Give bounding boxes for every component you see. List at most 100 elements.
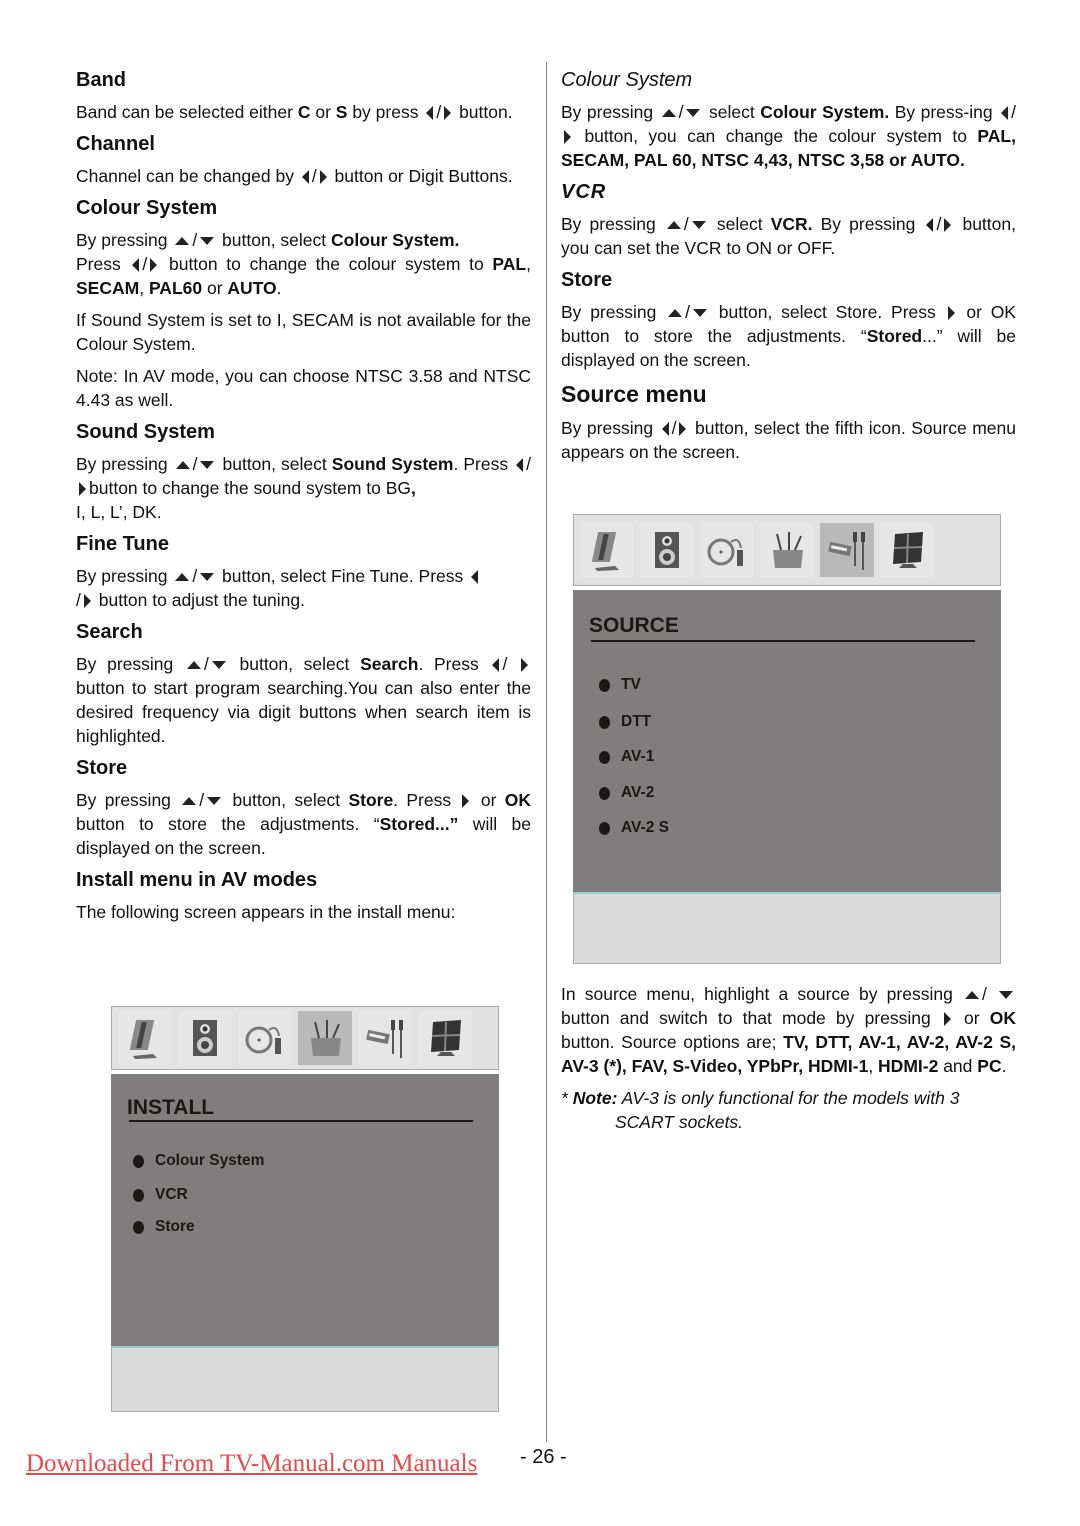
menu-tab-source[interactable] xyxy=(820,523,874,577)
menu-tab-pc[interactable] xyxy=(418,1011,472,1065)
down-arrow-icon xyxy=(200,573,215,582)
fine-tune-text: By pressing / button, select Fine Tune. … xyxy=(76,564,531,612)
menu-icon-bar xyxy=(111,1006,499,1070)
right-arrow-icon xyxy=(319,170,327,185)
channel-section: Channel Channel can be changed by / butt… xyxy=(76,132,531,188)
av-colour-system-text: By pressing / select Colour System. By p… xyxy=(561,102,1016,170)
up-arrow-icon xyxy=(661,109,676,118)
down-arrow-icon xyxy=(693,309,708,318)
page-number: - 26 - xyxy=(520,1446,567,1468)
left-arrow-icon xyxy=(426,106,434,121)
feature-icon xyxy=(245,1026,281,1054)
up-arrow-icon xyxy=(182,797,197,806)
up-arrow-icon xyxy=(175,237,190,246)
install-menu-body: INSTALL Colour System VCR Store xyxy=(111,1074,499,1346)
install-menu-item[interactable]: Colour System xyxy=(133,1152,264,1170)
up-arrow-icon xyxy=(666,221,681,230)
source-menu-heading: Source menu xyxy=(561,381,707,407)
band-section: Band Band can be selected either C or S … xyxy=(76,68,531,124)
source-menu-footer xyxy=(573,892,1001,964)
source-menu-body: SOURCE TV DTT AV-1 AV-2 AV-2 S xyxy=(573,590,1001,892)
menu-tab-sound[interactable] xyxy=(178,1011,232,1065)
down-arrow-icon xyxy=(200,237,215,246)
menu-tab-install[interactable] xyxy=(760,523,814,577)
source-item[interactable]: AV-2 S xyxy=(599,819,669,837)
av-store-text: By pressing / button, select Store. Pres… xyxy=(561,302,1016,370)
source-menu-details: In source menu, highlight a source by pr… xyxy=(561,982,1016,1142)
av-store-heading: Store xyxy=(561,269,613,291)
av-store-section: Store By pressing / button, select Store… xyxy=(561,268,1016,372)
down-arrow-icon xyxy=(211,661,226,670)
sound-system-text: By pressing / button, select Sound Syste… xyxy=(76,454,531,522)
menu-tab-feature[interactable] xyxy=(238,1011,292,1065)
fine-tune-section: Fine Tune By pressing / button, select F… xyxy=(76,532,531,612)
left-arrow-icon xyxy=(516,458,524,473)
picture-icon xyxy=(591,532,619,571)
install-av-text: The following screen appears in the inst… xyxy=(76,902,456,922)
menu-tab-picture[interactable] xyxy=(580,523,634,577)
install-menu-item[interactable]: VCR xyxy=(133,1186,188,1204)
right-column: Colour System By pressing / select Colou… xyxy=(561,62,1016,1132)
bullet-icon xyxy=(599,821,610,835)
source-item[interactable]: TV xyxy=(599,676,641,694)
menu-tab-picture[interactable] xyxy=(118,1011,172,1065)
left-arrow-icon xyxy=(132,258,140,273)
download-link[interactable]: Downloaded From TV-Manual.com Manuals xyxy=(26,1450,477,1478)
menu-tab-pc[interactable] xyxy=(880,523,934,577)
install-menu-item[interactable]: Store xyxy=(133,1218,195,1236)
up-arrow-icon xyxy=(668,309,683,318)
search-heading: Search xyxy=(76,621,143,643)
right-arrow-icon xyxy=(947,306,955,321)
source-menu-intro: By pressing / button, select the fifth i… xyxy=(561,418,1016,462)
up-arrow-icon xyxy=(186,661,201,670)
down-arrow-icon xyxy=(207,797,222,806)
install-av-heading: Install menu in AV modes xyxy=(76,869,318,891)
right-arrow-icon xyxy=(83,594,91,609)
bullet-icon xyxy=(133,1188,144,1202)
down-arrow-icon xyxy=(691,221,706,230)
install-menu-footer xyxy=(111,1346,499,1412)
band-heading: Band xyxy=(76,69,126,91)
sound-icon xyxy=(655,532,679,568)
left-arrow-icon xyxy=(492,658,500,673)
menu-tab-sound[interactable] xyxy=(640,523,694,577)
search-text: By pressing / button, select Search. Pre… xyxy=(76,654,531,746)
source-item[interactable]: AV-2 xyxy=(599,784,654,802)
source-item[interactable]: AV-1 xyxy=(599,748,654,766)
right-arrow-icon xyxy=(462,794,470,809)
left-arrow-icon xyxy=(301,170,309,185)
av3-note: * Note: AV-3 is only functional for the … xyxy=(561,1088,960,1132)
column-divider xyxy=(546,62,547,1442)
menu-tab-install[interactable] xyxy=(298,1011,352,1065)
bullet-icon xyxy=(599,786,610,800)
right-arrow-icon xyxy=(944,218,952,233)
picture-icon xyxy=(129,1020,157,1059)
menu-tab-feature[interactable] xyxy=(700,523,754,577)
source-icon xyxy=(828,532,865,570)
channel-heading: Channel xyxy=(76,133,155,155)
right-arrow-icon xyxy=(79,482,86,497)
colour-system-text-1: By pressing / button, select Colour Syst… xyxy=(76,230,531,298)
down-arrow-icon xyxy=(200,461,215,470)
title-underline xyxy=(129,1120,473,1122)
title-underline xyxy=(591,640,975,642)
sound-system-heading: Sound System xyxy=(76,421,215,443)
vcr-section: VCR By pressing / select VCR. By pressin… xyxy=(561,180,1016,260)
colour-system-section: Colour System By pressing / button, sele… xyxy=(76,196,531,412)
install-menu-screen: INSTALL Colour System VCR Store xyxy=(111,1006,499,1412)
channel-text: Channel can be changed by / button or Di… xyxy=(76,166,513,186)
menu-icon-bar xyxy=(573,514,1001,586)
vcr-text: By pressing / select VCR. By pressing / … xyxy=(561,214,1016,258)
store-heading: Store xyxy=(76,757,128,779)
pc-icon xyxy=(893,532,923,568)
left-arrow-icon xyxy=(926,218,934,233)
menu-tab-source[interactable] xyxy=(358,1011,412,1065)
band-text: Band can be selected either C or S by pr… xyxy=(76,102,513,122)
source-icon xyxy=(366,1020,403,1058)
source-item[interactable]: DTT xyxy=(599,713,651,731)
colour-system-heading: Colour System xyxy=(76,197,218,219)
left-column: Band Band can be selected either C or S … xyxy=(76,62,531,932)
av-colour-system-heading: Colour System xyxy=(561,69,693,91)
colour-system-text-2: If Sound System is set to I, SECAM is no… xyxy=(76,310,531,354)
store-section: Store By pressing / button, select Store… xyxy=(76,756,531,860)
